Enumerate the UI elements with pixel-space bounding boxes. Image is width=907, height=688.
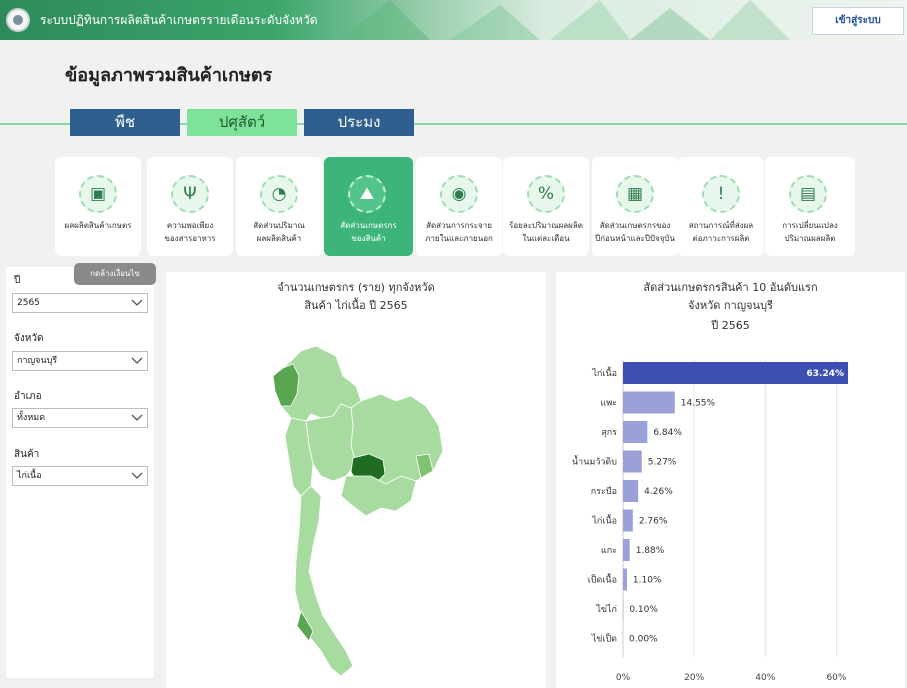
data-label: 6.84% [653, 428, 682, 438]
page-title: ข้อมูลภาพรวมสินค้าเกษตร [65, 65, 273, 86]
map-title-line2: สินค้า ไก่เนื้อ ปี 2565 [304, 299, 408, 312]
product-value: ไก่เนื้อ [17, 471, 42, 481]
card-label: สถานการณ์ที่ส่งผล ต่อภาวะการผลิต [688, 221, 754, 243]
bar [623, 568, 627, 591]
document-chart-icon: ▤ [789, 175, 827, 213]
category-label: น้ำนมวัวดิบ [572, 455, 617, 468]
chevron-down-icon [131, 299, 143, 306]
chevron-down-icon [131, 357, 143, 364]
box-icon: ▣ [79, 175, 117, 213]
thailand-choropleth-map[interactable] [261, 346, 461, 686]
card-volume-share[interactable]: ◔ สัดส่วนปริมาณ ผลผลิตสินค้า [236, 157, 322, 256]
government-seal-logo [6, 8, 30, 32]
category-label: แพะ [600, 399, 617, 409]
year-value: 2565 [17, 298, 40, 308]
x-tick-label: 40% [755, 673, 775, 683]
card-label: สัดส่วนเกษตรกรของ ปีก่อนหน้าและปีปัจจุบัน [595, 221, 675, 243]
map-panel: จำนวนเกษตรกร (ราย) ทุกจังหวัด สินค้า ไก่… [166, 272, 546, 688]
x-tick-label: 0% [616, 673, 631, 683]
bar [623, 480, 639, 502]
x-tick-label: 20% [684, 673, 704, 683]
data-label: 2.76% [639, 517, 668, 527]
clear-filters-button[interactable]: กดล้างเงื่อนไข [74, 263, 156, 285]
card-label: สัดส่วนปริมาณ ผลผลิตสินค้า [253, 221, 305, 243]
district-select[interactable]: ทั้งหมด [12, 408, 148, 428]
year-label: ปี [14, 275, 21, 286]
year-select[interactable]: 2565 [12, 293, 148, 313]
report-cards: ▣ ผลผลิตสินค้าเกษตร Ψ ความพอเพียง ของสารอ… [55, 157, 855, 256]
top-header: ระบบปฏิทินการผลิตสินค้าเกษตรรายเดือนระดั… [0, 0, 907, 40]
login-button[interactable]: เข้าสู่ระบบ [812, 7, 904, 35]
bar [623, 509, 633, 532]
pie-chart-icon: ◔ [260, 175, 298, 213]
card-production-change[interactable]: ▤ การเปลี่ยนแปลง ปริมาณผลผลิต [765, 157, 855, 256]
category-label: ไก่เนื้อ [591, 514, 617, 527]
data-label: 1.88% [636, 546, 665, 556]
map-region-east [340, 475, 417, 517]
province-label: จังหวัด [14, 333, 44, 344]
header-decoration [340, 0, 790, 40]
card-label: ความพอเพียง ของสารอาหาร [164, 221, 216, 243]
province-select[interactable]: กาญจนบุรี [12, 351, 148, 371]
calendar-chart-icon: ▦ [616, 175, 654, 213]
card-farmer-share[interactable]: ⛰ สัดส่วนเกษตรกร ของสินค้า [324, 157, 413, 256]
data-label: 63.24% [807, 369, 845, 379]
bar [623, 421, 648, 443]
farmer-share-bar-chart: 0% 20% 40% 60% ไก่เนื้อ 63.24% แพะ 14.55% สุกร 6.… [572, 360, 848, 683]
card-situation[interactable]: ! สถานการณ์ที่ส่งผล ต่อภาวะการผลิต [678, 157, 764, 256]
card-label: สัดส่วนการกระจาย ภายในและภายนอก [425, 221, 493, 243]
province-value: กาญจนบุรี [17, 356, 58, 366]
percent-icon: % [527, 175, 565, 213]
category-label: กระบือ [591, 486, 617, 497]
product-label: สินค้า [14, 449, 40, 460]
chat-alert-icon: ! [702, 175, 740, 213]
chevron-down-icon [131, 414, 143, 421]
product-select[interactable]: ไก่เนื้อ [12, 466, 148, 486]
bar [623, 391, 675, 414]
data-label: 0.10% [629, 605, 658, 615]
app-title: ระบบปฏิทินการผลิตสินค้าเกษตรรายเดือนระดั… [40, 13, 318, 27]
card-label: ผลผลิตสินค้าเกษตร [64, 221, 132, 230]
map-title-line1: จำนวนเกษตรกร (ราย) ทุกจังหวัด [277, 281, 435, 294]
card-year-comparison[interactable]: ▦ สัดส่วนเกษตรกรของ ปีก่อนหน้าและปีปัจจุบ… [592, 157, 678, 256]
bar [623, 539, 630, 561]
data-label: 14.55% [681, 399, 716, 409]
card-label: สัดส่วนเกษตรกร ของสินค้า [340, 221, 397, 243]
data-label: 4.26% [644, 487, 673, 497]
category-label: ไก่เนื้อ [591, 366, 617, 379]
district-value: ทั้งหมด [17, 413, 46, 423]
data-label: 1.10% [633, 576, 662, 586]
fork-knife-icon: Ψ [171, 175, 209, 213]
card-distribution[interactable]: ◉ สัดส่วนการกระจาย ภายในและภายนอก [416, 157, 502, 256]
globe-pin-icon: ◉ [440, 175, 478, 213]
tab-livestock[interactable]: ปศุสัตว์ [187, 109, 297, 136]
tab-plant[interactable]: พืช [70, 109, 180, 136]
data-label: 0.00% [629, 635, 658, 645]
category-label: ไข่ไก่ [595, 604, 617, 615]
x-tick-label: 60% [826, 673, 846, 683]
tab-fishery[interactable]: ประมง [304, 109, 414, 136]
card-label: การเปลี่ยนแปลง ปริมาณผลผลิต [782, 221, 838, 243]
data-label: 5.27% [648, 458, 677, 468]
filter-panel: กดล้างเงื่อนไข ปี 2565 จังหวัด กาญจนบุรี… [6, 263, 156, 678]
chart-panel: สัดส่วนเกษตรกรสินค้า 10 อันดับแรก จังหวั… [556, 272, 905, 688]
bar [623, 450, 642, 473]
card-monthly-percent[interactable]: % ร้อยละปริมาณผลผลิต ในแต่ละเดือน [503, 157, 589, 256]
district-label: อำเภอ [14, 391, 42, 402]
card-production[interactable]: ▣ ผลผลิตสินค้าเกษตร [55, 157, 141, 256]
chevron-down-icon [131, 472, 143, 479]
category-label: เป็ดเนื้อ [588, 573, 617, 586]
card-nutrition[interactable]: Ψ ความพอเพียง ของสารอาหาร [147, 157, 233, 256]
farmer-icon: ⛰ [348, 175, 386, 213]
category-label: สุกร [601, 428, 617, 438]
map-region-south [294, 485, 354, 677]
card-label: ร้อยละปริมาณผลผลิต ในแต่ละเดือน [509, 221, 583, 243]
category-label: ไข่เป็ด [591, 632, 617, 645]
category-label: แกะ [601, 546, 617, 556]
